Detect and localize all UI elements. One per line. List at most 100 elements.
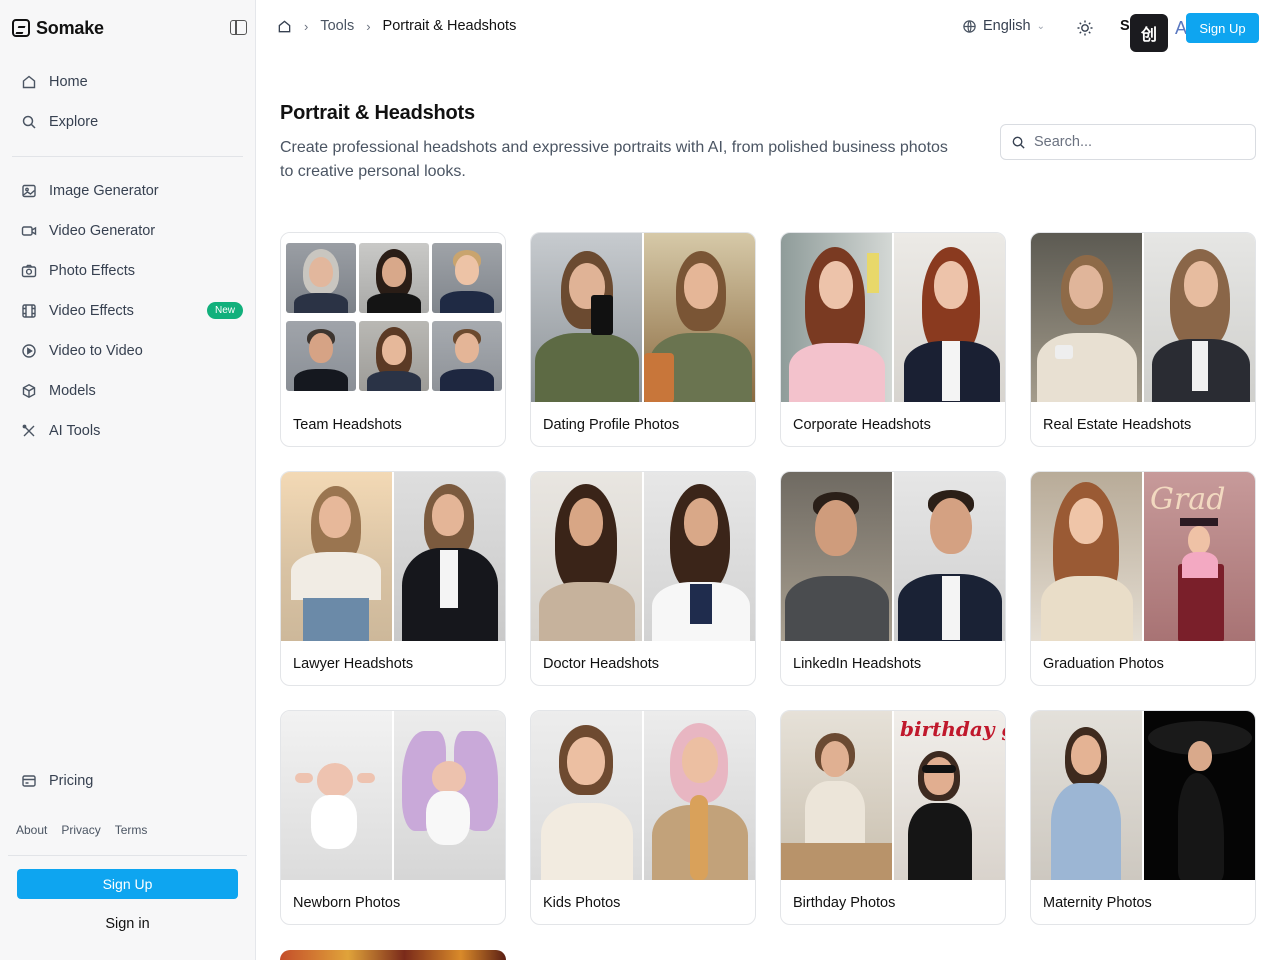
sidebar-item-label: AI Tools (49, 423, 101, 439)
page-title: Portrait & Headshots (280, 102, 475, 124)
tool-card-team-headshots[interactable]: Team Headshots (280, 232, 506, 447)
sidebar-item-video-to-video[interactable]: Video to Video (12, 331, 243, 371)
tool-card-lawyer-headshots[interactable]: Lawyer Headshots (280, 471, 506, 686)
sidebar-item-image-generator[interactable]: Image Generator (12, 171, 243, 211)
card-title: Doctor Headshots (543, 656, 660, 672)
card-thumbnail (531, 472, 755, 641)
sidebar-item-label: Home (49, 74, 88, 90)
tool-card-real-estate-headshots[interactable]: Real Estate Headshots (1030, 232, 1256, 447)
sidebar-item-video-generator[interactable]: Video Generator (12, 211, 243, 251)
card-thumbnail (531, 233, 755, 402)
camera-icon (21, 263, 37, 279)
sidebar-divider (12, 156, 243, 157)
card-title: Dating Profile Photos (543, 417, 680, 433)
pricing-nav: Pricing (12, 761, 243, 801)
portrait-thumbnail (432, 243, 502, 313)
brand-name: Somake (36, 17, 104, 38)
sidebar-item-ai-tools[interactable]: AI Tools (12, 411, 243, 451)
portrait-thumbnail (359, 243, 429, 313)
terms-link[interactable]: Terms (115, 823, 148, 837)
card-thumbnail: Grad (1031, 472, 1255, 641)
sidebar-item-pricing[interactable]: Pricing (12, 761, 243, 801)
home-icon[interactable] (277, 19, 292, 34)
home-icon (21, 74, 37, 90)
search-box[interactable] (1000, 124, 1256, 160)
new-badge: New (206, 302, 243, 319)
tool-card-kids-photos[interactable]: Kids Photos (530, 710, 756, 925)
brand[interactable]: Somake (12, 16, 104, 40)
search-icon (21, 114, 37, 130)
privacy-link[interactable]: Privacy (61, 823, 100, 837)
tool-card-newborn-photos[interactable]: Newborn Photos (280, 710, 506, 925)
sidebar-item-label: Models (49, 383, 96, 399)
language-selector[interactable]: English ⌄ (962, 18, 1045, 34)
tool-card-maternity-photos[interactable]: Maternity Photos (1030, 710, 1256, 925)
breadcrumb-current: Portrait & Headshots (382, 18, 517, 34)
footer-links: About Privacy Terms (16, 823, 147, 837)
card-thumbnail: birthday girl (781, 711, 1005, 880)
chevron-right-icon: › (366, 18, 371, 34)
film-icon (21, 303, 37, 319)
card-title: Maternity Photos (1043, 895, 1152, 911)
language-label: English (983, 18, 1031, 34)
tools-nav: Image Generator Video Generator Photo Ef… (12, 171, 243, 451)
globe-icon (963, 19, 976, 33)
about-link[interactable]: About (16, 823, 47, 837)
card-thumbnail (1031, 233, 1255, 402)
top-bar: › Tools › Portrait & Headshots English ⌄… (256, 0, 1280, 56)
sidebar: Somake Home Explore Image Generator Vide… (0, 0, 256, 960)
header-signup-button[interactable]: Sign Up (1186, 13, 1259, 43)
sun-icon[interactable] (1076, 19, 1094, 37)
primary-nav: Home Explore (12, 62, 243, 142)
sidebar-item-label: Video Generator (49, 223, 156, 239)
tool-card-doctor-headshots[interactable]: Doctor Headshots (530, 471, 756, 686)
somake-logo-icon (12, 19, 30, 37)
sidebar-collapse-icon[interactable] (230, 20, 247, 35)
sidebar-item-label: Explore (49, 114, 99, 130)
tool-card-dating-profile-photos[interactable]: Dating Profile Photos (530, 232, 756, 447)
card-thumbnail (1031, 711, 1255, 880)
header-partial-text: S (1120, 18, 1130, 34)
sidebar-item-label: Photo Effects (49, 263, 135, 279)
image-icon (21, 183, 37, 199)
sidebar-item-label: Video to Video (49, 343, 143, 359)
breadcrumb-tools-link[interactable]: Tools (320, 18, 354, 34)
tools-icon (21, 423, 37, 439)
card-thumbnail (281, 472, 505, 641)
sidebar-signin-button[interactable]: Sign in (17, 909, 238, 939)
card-thumbnail (781, 233, 1005, 402)
play-circle-icon (21, 343, 37, 359)
sidebar-item-models[interactable]: Models (12, 371, 243, 411)
portrait-thumbnail (286, 321, 356, 391)
card-title: Real Estate Headshots (1043, 417, 1192, 433)
sidebar-item-photo-effects[interactable]: Photo Effects (12, 251, 243, 291)
search-icon (1012, 136, 1025, 149)
sidebar-signup-button[interactable]: Sign Up (17, 869, 238, 899)
tool-card-graduation-photos[interactable]: Grad Graduation Photos (1030, 471, 1256, 686)
card-thumbnail (781, 472, 1005, 641)
card-title: Kids Photos (543, 895, 621, 911)
tool-card-birthday-photos[interactable]: birthday girl Birthday Photos (780, 710, 1006, 925)
tools-grid: Team Headshots Dating Profile Photos Cor… (280, 232, 1256, 925)
portrait-thumbnail (432, 321, 502, 391)
breadcrumb: › Tools › Portrait & Headshots (277, 18, 516, 34)
card-title: Team Headshots (293, 417, 402, 433)
portrait-thumbnail (286, 243, 356, 313)
card-thumbnail (531, 711, 755, 880)
card-title: Corporate Headshots (793, 417, 931, 433)
tool-card-linkedin-headshots[interactable]: LinkedIn Headshots (780, 471, 1006, 686)
sidebar-item-explore[interactable]: Explore (12, 102, 243, 142)
card-title: Birthday Photos (793, 895, 896, 911)
tool-card-corporate-headshots[interactable]: Corporate Headshots (780, 232, 1006, 447)
chevron-right-icon: › (304, 18, 309, 34)
pricing-icon (21, 773, 37, 789)
sidebar-item-label: Pricing (49, 773, 94, 789)
portrait-thumbnail (359, 321, 429, 391)
overlay-app-logo: 创 (1130, 14, 1168, 52)
sidebar-item-home[interactable]: Home (12, 62, 243, 102)
search-input[interactable] (1034, 134, 1234, 150)
tool-card-partial[interactable] (280, 950, 506, 960)
card-title: Lawyer Headshots (293, 656, 414, 672)
chevron-down-icon: ⌄ (1036, 20, 1045, 32)
sidebar-item-video-effects[interactable]: Video Effects New (12, 291, 243, 331)
